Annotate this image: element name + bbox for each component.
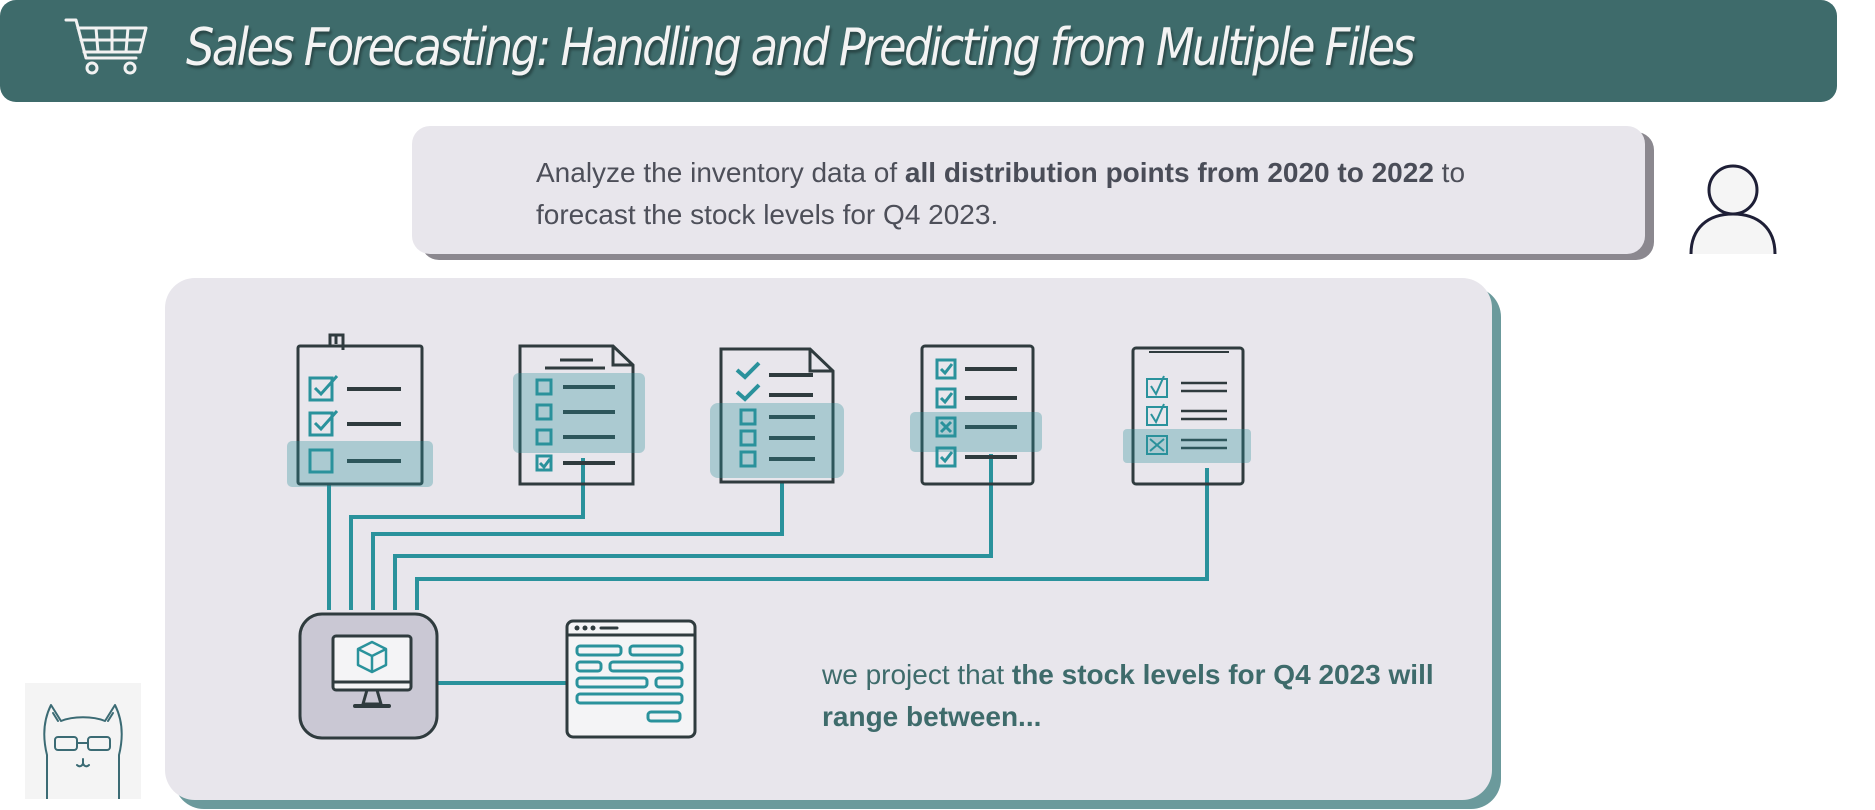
- document-5-clipboard-icon: [1131, 346, 1245, 486]
- highlight-row-4: [910, 412, 1042, 452]
- user-avatar-icon: [1689, 164, 1777, 254]
- user-message-bubble: Analyze the inventory data of all distri…: [412, 126, 1645, 254]
- browser-window-icon: [565, 619, 697, 739]
- result-panel: we project that the stock levels for Q4 …: [165, 278, 1492, 800]
- computer-monitor-icon: [298, 612, 439, 740]
- user-message-highlight: all distribution points from 2020 to 202…: [904, 157, 1434, 188]
- response-prefix: we project that: [822, 659, 1012, 690]
- connection-lines: [327, 454, 1209, 685]
- header-banner: Sales Forecasting: Handling and Predicti…: [0, 0, 1837, 102]
- user-message-text: Analyze the inventory data of all distri…: [536, 152, 1566, 236]
- shopping-cart-icon: [64, 18, 148, 75]
- user-message-prefix: Analyze the inventory data of: [536, 157, 905, 188]
- highlight-block-2: [513, 373, 645, 453]
- page-title: Sales Forecasting: Handling and Predicti…: [186, 18, 1416, 78]
- highlight-block-3: [710, 403, 844, 478]
- cat-mascot-icon: [25, 683, 141, 799]
- response-text: we project that the stock levels for Q4 …: [822, 654, 1462, 738]
- highlight-row-5: [1123, 429, 1251, 463]
